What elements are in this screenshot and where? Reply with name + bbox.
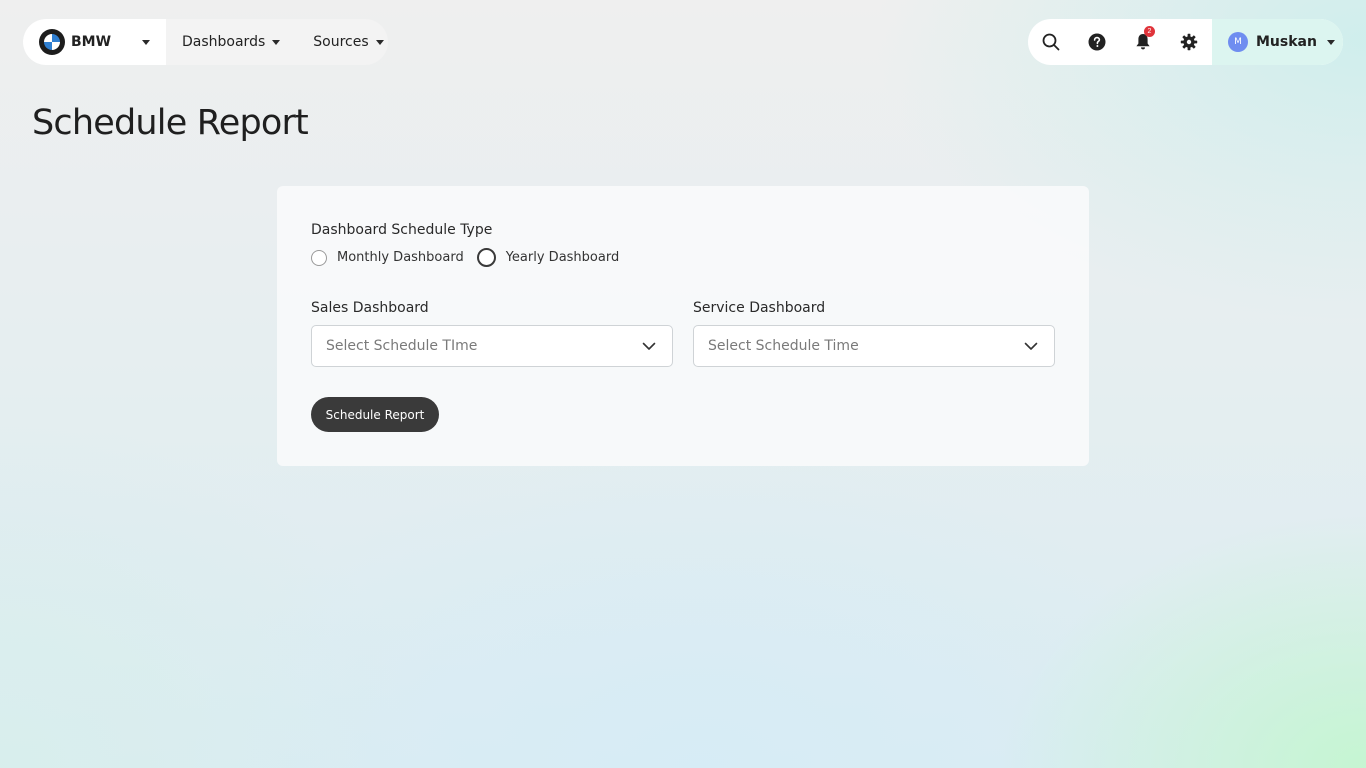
user-name: Muskan <box>1256 34 1317 50</box>
schedule-type-radio-group: Monthly Dashboard Yearly Dashboard <box>311 248 619 267</box>
select-placeholder: Select Schedule Time <box>708 338 859 354</box>
bmw-logo-icon <box>39 29 65 55</box>
chevron-down-icon <box>642 342 656 350</box>
gear-icon <box>1180 33 1198 51</box>
sales-schedule-select[interactable]: Select Schedule TIme <box>311 325 673 367</box>
brand-name: BMW <box>71 34 112 50</box>
schedule-report-card: Dashboard Schedule Type Monthly Dashboar… <box>277 186 1089 466</box>
search-icon <box>1042 33 1060 51</box>
chevron-down-icon <box>142 39 150 45</box>
service-schedule-select[interactable]: Select Schedule Time <box>693 325 1055 367</box>
nav-sources-label: Sources <box>313 34 369 50</box>
radio-button[interactable] <box>476 248 496 267</box>
top-toolbar: 2 M Muskan <box>1028 19 1343 65</box>
radio-label: Monthly Dashboard <box>337 250 464 265</box>
schedule-type-label: Dashboard Schedule Type <box>311 222 493 238</box>
radio-monthly-dashboard[interactable]: Monthly Dashboard <box>311 249 464 266</box>
help-button[interactable] <box>1074 19 1120 65</box>
nav-sources-dropdown[interactable]: Sources <box>313 19 384 65</box>
chevron-down-icon <box>272 39 281 45</box>
user-menu[interactable]: M Muskan <box>1212 19 1343 65</box>
search-button[interactable] <box>1028 19 1074 65</box>
help-icon <box>1088 33 1106 51</box>
radio-yearly-dashboard[interactable]: Yearly Dashboard <box>476 248 620 267</box>
nav-dashboards-dropdown[interactable]: Dashboards <box>182 19 281 65</box>
radio-label: Yearly Dashboard <box>505 250 620 265</box>
select-placeholder: Select Schedule TIme <box>326 338 478 354</box>
brand-switcher[interactable]: BMW <box>23 19 166 65</box>
schedule-report-button[interactable]: Schedule Report <box>311 397 439 432</box>
service-dashboard-label: Service Dashboard <box>693 300 826 316</box>
notification-count-badge: 2 <box>1144 26 1155 37</box>
chevron-down-icon <box>1326 39 1335 45</box>
chevron-down-icon <box>1024 342 1038 350</box>
settings-button[interactable] <box>1166 19 1212 65</box>
main-nav: BMW Dashboards Sources <box>23 19 388 65</box>
notifications-button[interactable]: 2 <box>1120 19 1166 65</box>
chevron-down-icon <box>375 39 384 45</box>
nav-dashboards-label: Dashboards <box>182 34 266 50</box>
sales-dashboard-label: Sales Dashboard <box>311 300 429 316</box>
page-title: Schedule Report <box>32 103 309 143</box>
radio-button[interactable] <box>311 249 327 266</box>
avatar: M <box>1228 32 1248 52</box>
